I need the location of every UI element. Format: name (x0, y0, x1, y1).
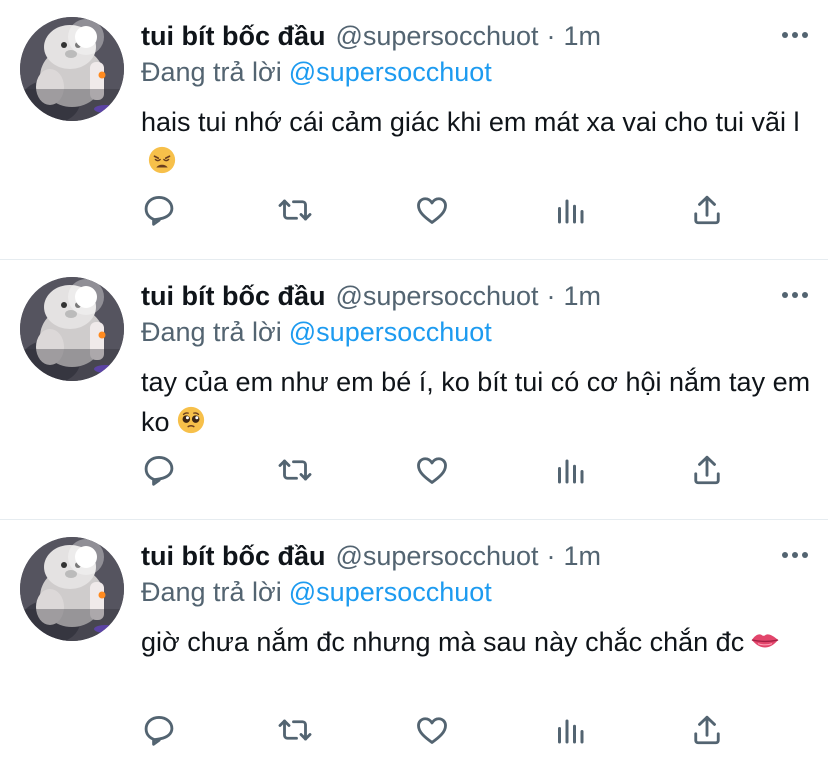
analytics-icon[interactable] (552, 452, 588, 488)
avatar-image (20, 277, 124, 381)
timestamp[interactable]: 1m (564, 18, 602, 54)
avatar-image (20, 17, 124, 121)
share-icon[interactable] (689, 452, 725, 488)
user-handle[interactable]: @supersocchuot (335, 18, 538, 54)
analytics-icon[interactable] (552, 712, 588, 748)
more-horizontal-icon[interactable] (782, 540, 808, 570)
reply-icon[interactable] (141, 192, 177, 228)
tweet[interactable]: tui bít bốc đầu @supersocchuot · 1m Đang… (0, 520, 828, 775)
analytics-icon[interactable] (552, 192, 588, 228)
avatar[interactable] (20, 277, 124, 381)
tweet-text: giờ chưa nắm đc nhưng mà sau này chắc ch… (141, 622, 813, 662)
tweet-text: hais tui nhớ cái cảm giác khi em mát xa … (141, 102, 813, 182)
tweet[interactable]: tui bít bốc đầu @supersocchuot · 1m Đang… (0, 0, 828, 260)
tweet-header: tui bít bốc đầu @supersocchuot · 1m (141, 278, 808, 314)
display-name[interactable]: tui bít bốc đầu (141, 538, 325, 574)
tweet-body: hais tui nhớ cái cảm giác khi em mát xa … (141, 107, 800, 137)
avatar[interactable] (20, 17, 124, 121)
replying-mention[interactable]: @supersocchuot (289, 577, 492, 607)
tweet[interactable]: tui bít bốc đầu @supersocchuot · 1m Đang… (0, 260, 828, 520)
replying-prefix: Đang trả lời (141, 317, 282, 347)
tweet-body: giờ chưa nắm đc nhưng mà sau này chắc ch… (141, 627, 745, 657)
heart-icon[interactable] (414, 712, 450, 748)
retweet-icon[interactable] (277, 712, 313, 748)
user-handle[interactable]: @supersocchuot (335, 538, 538, 574)
tweet-text: tay của em như em bé í, ko bít tui có cơ… (141, 362, 813, 442)
share-icon[interactable] (689, 712, 725, 748)
separator-dot: · (546, 21, 556, 51)
separator-dot: · (546, 281, 556, 311)
display-name[interactable]: tui bít bốc đầu (141, 18, 325, 54)
lips-icon (750, 625, 780, 655)
replying-to: Đang trả lời @supersocchuot (141, 314, 808, 350)
more-horizontal-icon[interactable] (782, 20, 808, 50)
replying-mention[interactable]: @supersocchuot (289, 57, 492, 87)
user-handle[interactable]: @supersocchuot (335, 278, 538, 314)
share-icon[interactable] (689, 192, 725, 228)
reply-icon[interactable] (141, 452, 177, 488)
retweet-icon[interactable] (277, 452, 313, 488)
avatar[interactable] (20, 537, 124, 641)
replying-prefix: Đang trả lời (141, 57, 282, 87)
tweet-body: tay của em như em bé í, ko bít tui có cơ… (141, 367, 811, 437)
replying-to: Đang trả lời @supersocchuot (141, 574, 808, 610)
timestamp[interactable]: 1m (564, 278, 602, 314)
retweet-icon[interactable] (277, 192, 313, 228)
pleading-face-icon (176, 405, 206, 435)
timestamp[interactable]: 1m (564, 538, 602, 574)
display-name[interactable]: tui bít bốc đầu (141, 278, 325, 314)
more-horizontal-icon[interactable] (782, 280, 808, 310)
tweet-actions (141, 712, 731, 748)
avatar-image (20, 537, 124, 641)
separator-dot: · (546, 541, 556, 571)
tweet-actions (141, 452, 731, 488)
heart-icon[interactable] (414, 192, 450, 228)
weary-face-icon (147, 145, 177, 175)
tweet-header: tui bít bốc đầu @supersocchuot · 1m (141, 538, 808, 574)
replying-mention[interactable]: @supersocchuot (289, 317, 492, 347)
heart-icon[interactable] (414, 452, 450, 488)
reply-icon[interactable] (141, 712, 177, 748)
tweet-actions (141, 192, 731, 228)
replying-prefix: Đang trả lời (141, 577, 282, 607)
tweet-header: tui bít bốc đầu @supersocchuot · 1m (141, 18, 808, 54)
replying-to: Đang trả lời @supersocchuot (141, 54, 808, 90)
